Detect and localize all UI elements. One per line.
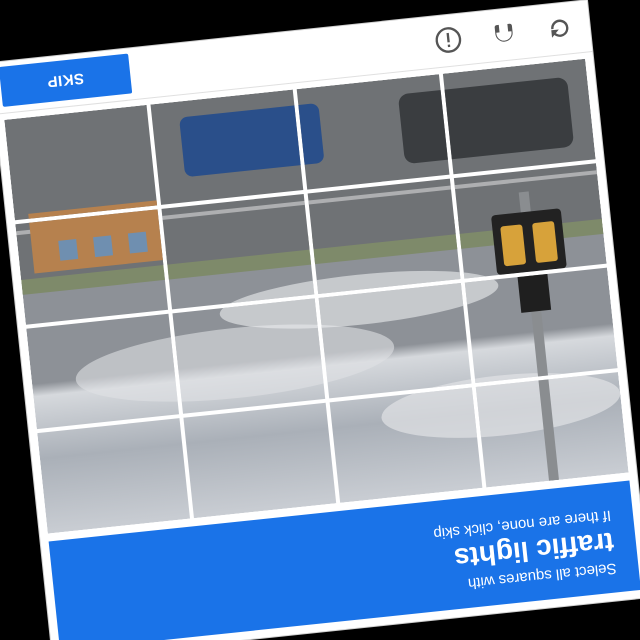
tile-image (4, 104, 158, 221)
tile-image (161, 193, 315, 310)
grid-tile[interactable] (183, 402, 337, 519)
audio-icon[interactable] (486, 17, 521, 52)
captcha-widget: Select all squares with traffic lights I… (0, 0, 640, 640)
info-icon[interactable] (431, 22, 466, 57)
tile-image (475, 372, 629, 488)
screenshot-stage: Select all squares with traffic lights I… (0, 0, 640, 640)
grid-tile[interactable] (329, 387, 483, 503)
tile-image (296, 74, 450, 190)
grid-tile[interactable] (37, 418, 191, 534)
grid-tile[interactable] (150, 89, 304, 205)
grid-tile[interactable] (172, 298, 326, 414)
grid-tile[interactable] (26, 313, 180, 430)
tile-image (37, 418, 191, 534)
tile-image (26, 313, 180, 430)
tile-image (442, 58, 596, 175)
grid-tile[interactable] (307, 178, 461, 294)
tile-image (329, 387, 483, 503)
tile-image (464, 267, 618, 384)
reload-icon[interactable] (542, 11, 577, 46)
image-grid (4, 58, 629, 534)
grid-tile[interactable] (161, 193, 315, 310)
tile-image (307, 178, 461, 294)
tile-image (318, 283, 472, 399)
grid-tile[interactable] (4, 104, 158, 221)
skip-button[interactable]: SKIP (0, 53, 133, 107)
grid-tile[interactable] (296, 74, 450, 190)
tile-image (172, 298, 326, 414)
tile-image (183, 402, 337, 519)
tile-image (150, 89, 304, 205)
tile-image (15, 209, 169, 325)
tile-image (453, 163, 607, 279)
grid-tile[interactable] (442, 58, 596, 175)
grid-tile[interactable] (475, 372, 629, 488)
grid-tile[interactable] (15, 209, 169, 325)
grid-tile[interactable] (453, 163, 607, 279)
grid-tile[interactable] (318, 283, 472, 399)
grid-tile[interactable] (464, 267, 618, 384)
